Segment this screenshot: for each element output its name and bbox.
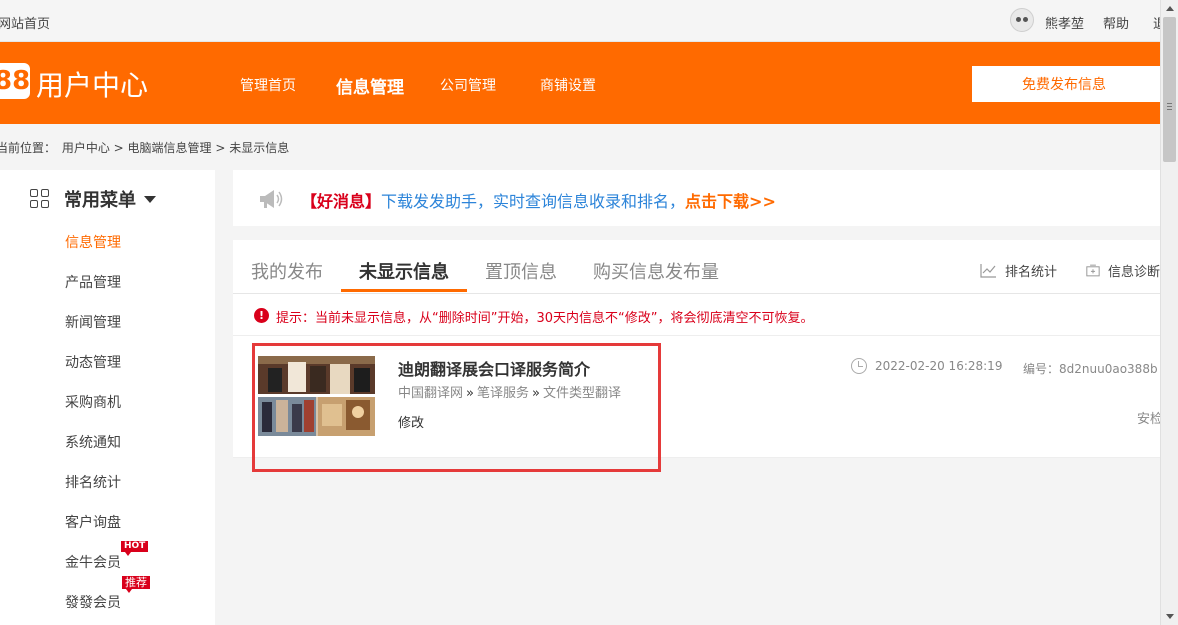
sidebar-item-system-notice[interactable]: 系统通知 [65,432,121,452]
breadcrumb-path[interactable]: 用户中心 > 电脑端信息管理 > 未显示信息 [62,141,289,155]
sidebar-item-gold-member[interactable]: 金牛会员 [65,552,121,572]
sidebar-item-ranking[interactable]: 排名统计 [65,472,121,492]
tab-buy-quota[interactable]: 购买信息发布量 [593,258,719,284]
publish-free-info-button[interactable]: 免费发布信息 [972,66,1172,102]
nav-manage-home[interactable]: 管理首页 [240,75,296,95]
scrollbar-thumb[interactable] [1163,17,1176,162]
breadcrumb-prefix: 当前位置： [0,141,57,155]
sidebar-item-info-manage[interactable]: 信息管理 [65,232,121,252]
active-tab-underline [341,289,467,292]
grid-menu-icon [30,189,50,209]
tab-pinned-info[interactable]: 置顶信息 [485,258,557,284]
warning-tip: ! 提示：当前未显示信息，从“删除时间”开始，30天内信息不“修改”，将会彻底清… [233,294,1160,336]
top-bar: 网站首页 熊孝堃 帮助 退 [0,0,1160,42]
grip-icon [1167,103,1172,110]
item-time: 2022-02-20 16:28:19 [851,358,1002,374]
exclamation-icon: ! [254,308,269,323]
tab-my-posts[interactable]: 我的发布 [251,258,323,284]
nav-info-manage[interactable]: 信息管理 [336,73,404,98]
notice-message: 下载发发助手，实时查询信息收录和排名， [381,192,686,211]
vertical-scrollbar[interactable] [1160,0,1178,625]
item-id-label: 编号： [1023,362,1060,376]
item-categories: 中国翻译网» 笔译服务» 文件类型翻译 [398,382,621,401]
notice-text: 【好消息】下载发发助手，实时查询信息收录和排名，点击下载>> [301,188,776,212]
recommend-badge: 推荐 [122,576,150,593]
category-separator: » [532,386,540,401]
nav-shop-settings[interactable]: 商铺设置 [540,75,596,95]
main-panel: 我的发布 未显示信息 置顶信息 购买信息发布量 排名统计 信息诊断 ! 提示：当… [233,240,1160,458]
category-link[interactable]: 中国翻译网 [398,386,463,401]
category-link[interactable]: 文件类型翻译 [543,386,621,401]
menu-title: 常用菜单 [64,190,136,211]
edit-link[interactable]: 修改 [398,412,424,431]
plus-box-icon [1086,264,1100,277]
item-title-link[interactable]: 迪朗翻译展会口译服务简介 [398,356,590,380]
main-header: 88 用户中心 管理首页 信息管理 公司管理 商铺设置 免费发布信息 [0,42,1172,124]
item-id-value: 8d2nuu0ao388b [1059,362,1158,376]
tip-text: 提示：当前未显示信息，从“删除时间”开始，30天内信息不“修改”，将会彻底清空不… [276,311,814,326]
notice-tag: 【好消息】 [301,192,382,211]
caret-down-icon [144,195,156,203]
logout-link[interactable]: 退 [1153,13,1160,32]
sidebar-item-product-manage[interactable]: 产品管理 [65,272,121,292]
hot-badge: HOT [121,541,149,556]
username-link[interactable]: 熊孝堃 [1045,13,1084,32]
ranking-stats-button[interactable]: 排名统计 [980,261,1057,280]
sidebar-item-news-manage[interactable]: 新闻管理 [65,312,121,332]
sidebar-item-dynamic-manage[interactable]: 动态管理 [65,352,121,372]
info-diagnose-button[interactable]: 信息诊断 [1086,261,1160,280]
clock-icon [851,358,867,374]
category-separator: » [466,386,474,401]
avatar[interactable] [1010,8,1034,32]
logo-title: 用户中心 [36,69,149,102]
item-status: 安检 [1137,412,1160,427]
breadcrumb: 当前位置： 用户中心 > 电脑端信息管理 > 未显示信息 [0,139,291,156]
help-link[interactable]: 帮助 [1103,13,1129,32]
category-link[interactable]: 笔译服务 [477,386,529,401]
ranking-stats-label: 排名统计 [1005,265,1058,280]
nav-company-manage[interactable]: 公司管理 [440,75,496,95]
sidebar-item-purchase[interactable]: 采购商机 [65,392,121,412]
tab-bar: 我的发布 未显示信息 置顶信息 购买信息发布量 排名统计 信息诊断 [233,240,1160,294]
item-timestamp: 2022-02-20 16:28:19 [875,359,1003,373]
download-link[interactable]: 点击下载>> [685,192,776,211]
sidebar-item-fafa-member[interactable]: 發發会员 [65,592,121,612]
item-thumbnail[interactable] [258,356,375,436]
info-diagnose-label: 信息诊断 [1107,265,1160,280]
chart-icon [980,264,996,278]
megaphone-icon [260,190,283,208]
sidebar: 常用菜单 信息管理 产品管理 新闻管理 动态管理 采购商机 系统通知 排名统计 … [0,170,215,625]
logo-badge: 88 [0,63,30,99]
scroll-up-arrow-icon[interactable] [1166,6,1174,11]
site-home-link[interactable]: 网站首页 [0,13,50,32]
notice-banner: 【好消息】下载发发助手，实时查询信息收录和排名，点击下载>> [233,170,1160,226]
tab-hidden-info[interactable]: 未显示信息 [359,258,449,284]
list-item: 迪朗翻译展会口译服务简介 中国翻译网» 笔译服务» 文件类型翻译 修改 2022-0… [233,336,1160,458]
sidebar-item-inquiry[interactable]: 客户询盘 [65,512,121,532]
common-menu-header[interactable]: 常用菜单 [30,186,156,212]
item-id: 编号：8d2nuu0ao388b [1023,360,1160,377]
scroll-down-arrow-icon[interactable] [1166,614,1174,619]
